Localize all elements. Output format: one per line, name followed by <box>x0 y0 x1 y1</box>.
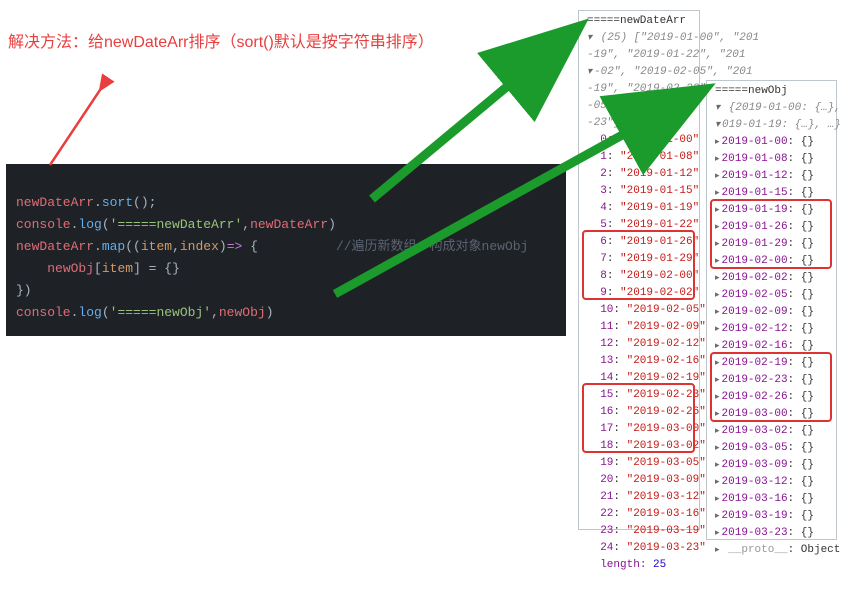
object-item[interactable]: 2019-03-02: {} <box>711 423 832 440</box>
code-l2-fn: log <box>78 217 101 232</box>
array-item[interactable]: 9: "2019-02-02" <box>583 285 695 302</box>
code-l6-obj: console <box>16 305 71 320</box>
arr-summary-3: -02", "2019-02-05", "201 <box>594 66 752 78</box>
code-l3-p2: index <box>180 239 219 254</box>
array-item[interactable]: 7: "2019-01-29" <box>583 251 695 268</box>
array-item[interactable]: 17: "2019-03-00" <box>583 421 695 438</box>
code-l1-fn: sort <box>102 195 133 210</box>
console-obj-label: =====newObj <box>711 83 832 100</box>
info-icon[interactable]: i <box>622 119 632 129</box>
array-item[interactable]: 20: "2019-03-09" <box>583 472 695 489</box>
array-item[interactable]: 0: "2019-01-00" <box>583 132 695 149</box>
code-l2-obj: console <box>16 217 71 232</box>
object-item[interactable]: 2019-02-09: {} <box>711 304 832 321</box>
array-item[interactable]: 18: "2019-03-02" <box>583 438 695 455</box>
object-item[interactable]: 2019-03-12: {} <box>711 474 832 491</box>
code-l6-arg: newObj <box>219 305 266 320</box>
obj-summary-2: 019-01-19: {…}, …} <box>722 119 841 131</box>
annotation-title: 解决方法：给newDateArr排序（sort()默认是按字符串排序） <box>8 28 434 52</box>
array-item[interactable]: 1: "2019-01-08" <box>583 149 695 166</box>
code-editor: newDateArr.sort(); console.log('=====new… <box>6 164 566 336</box>
code-l3-comment: //遍历新数组，构成对象newObj <box>336 239 528 254</box>
code-l3-p1: item <box>141 239 172 254</box>
array-item[interactable]: 11: "2019-02-09" <box>583 319 695 336</box>
code-l1-var: newDateArr <box>16 195 94 210</box>
arr-summary-6: -23"] <box>587 117 620 129</box>
obj-proto[interactable]: __proto__: Object <box>711 542 832 559</box>
array-item[interactable]: 14: "2019-02-19" <box>583 370 695 387</box>
code-l3-var: newDateArr <box>16 239 94 254</box>
array-item[interactable]: 4: "2019-01-19" <box>583 200 695 217</box>
object-item[interactable]: 2019-03-16: {} <box>711 491 832 508</box>
arr-summary-5: -05", "2019-03- <box>587 100 686 112</box>
array-item[interactable]: 22: "2019-03-16" <box>583 506 695 523</box>
object-item[interactable]: 2019-02-05: {} <box>711 287 832 304</box>
array-item[interactable]: 13: "2019-02-16" <box>583 353 695 370</box>
array-item[interactable]: 19: "2019-03-05" <box>583 455 695 472</box>
object-item[interactable]: 2019-01-12: {} <box>711 168 832 185</box>
array-item[interactable]: 2: "2019-01-12" <box>583 166 695 183</box>
code-l4-key: item <box>102 261 133 276</box>
object-item[interactable]: 2019-03-09: {} <box>711 457 832 474</box>
array-item[interactable]: 15: "2019-02-23" <box>583 387 695 404</box>
array-item[interactable]: 24: "2019-03-23" <box>583 540 695 557</box>
array-item[interactable]: 12: "2019-02-12" <box>583 336 695 353</box>
code-l3-fn: map <box>102 239 125 254</box>
arr-summary-1: (25) ["2019-01-00", "201 <box>601 32 759 44</box>
array-item[interactable]: 21: "2019-03-12" <box>583 489 695 506</box>
array-item[interactable]: 16: "2019-02-26" <box>583 404 695 421</box>
console-object-panel[interactable]: =====newObj {2019-01-00: {…}, 201 019-01… <box>706 80 837 540</box>
object-item[interactable]: 2019-01-15: {} <box>711 185 832 202</box>
code-l2-str: '=====newDateArr' <box>110 217 243 232</box>
array-item[interactable]: 23: "2019-03-19" <box>583 523 695 540</box>
code-l2-arg: newDateArr <box>250 217 328 232</box>
object-item[interactable]: 2019-02-26: {} <box>711 389 832 406</box>
object-item[interactable]: 2019-02-02: {} <box>711 270 832 287</box>
array-item[interactable]: 8: "2019-02-00" <box>583 268 695 285</box>
code-l6-fn: log <box>78 305 101 320</box>
array-item[interactable]: 3: "2019-01-15" <box>583 183 695 200</box>
object-item[interactable]: 2019-01-26: {} <box>711 219 832 236</box>
object-item[interactable]: 2019-03-23: {} <box>711 525 832 542</box>
code-l4-obj: newObj <box>47 261 94 276</box>
obj-summary-1: {2019-01-00: {…}, 201 <box>729 102 841 114</box>
object-item[interactable]: 2019-01-19: {} <box>711 202 832 219</box>
object-item[interactable]: 2019-03-00: {} <box>711 406 832 423</box>
object-item[interactable]: 2019-02-23: {} <box>711 372 832 389</box>
object-item[interactable]: 2019-03-19: {} <box>711 508 832 525</box>
object-item[interactable]: 2019-02-19: {} <box>711 355 832 372</box>
arr-length: length: 25 <box>583 557 695 574</box>
array-item[interactable]: 5: "2019-01-22" <box>583 217 695 234</box>
arr-summary-2: -19", "2019-01-22", "201 <box>587 49 745 61</box>
object-item[interactable]: 2019-02-00: {} <box>711 253 832 270</box>
object-item[interactable]: 2019-02-12: {} <box>711 321 832 338</box>
object-item[interactable]: 2019-02-16: {} <box>711 338 832 355</box>
object-item[interactable]: 2019-01-29: {} <box>711 236 832 253</box>
object-item[interactable]: 2019-03-05: {} <box>711 440 832 457</box>
code-l6-str: '=====newObj' <box>110 305 211 320</box>
object-item[interactable]: 2019-01-08: {} <box>711 151 832 168</box>
console-obj-summary[interactable]: {2019-01-00: {…}, 201 <box>711 100 832 117</box>
array-item[interactable]: 10: "2019-02-05" <box>583 302 695 319</box>
console-array-panel[interactable]: =====newDateArr (25) ["2019-01-00", "201… <box>578 10 700 530</box>
console-arr-label: =====newDateArr <box>583 13 695 30</box>
object-item[interactable]: 2019-01-00: {} <box>711 134 832 151</box>
array-item[interactable]: 6: "2019-01-26" <box>583 234 695 251</box>
console-arr-summary[interactable]: (25) ["2019-01-00", "201 <box>583 30 695 47</box>
